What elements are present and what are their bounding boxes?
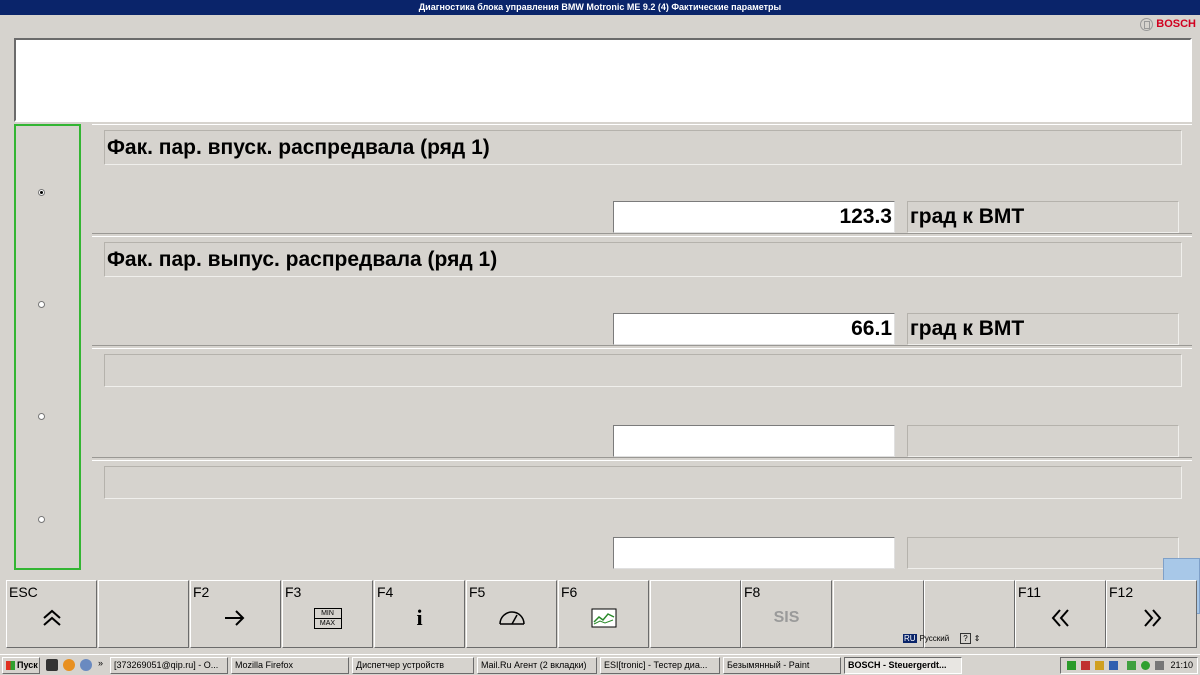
parameter-value: 123.3 xyxy=(613,201,895,233)
window-title-bar: Диагностика блока управления BMW Motroni… xyxy=(0,0,1200,15)
parameter-list: Фак. пар. впуск. распредвала (ряд 1) 123… xyxy=(92,124,1192,572)
parameter-block xyxy=(92,460,1192,570)
taskbar: Пуск » [373269051@qip.ru] - O... Mozilla… xyxy=(0,654,1200,675)
fkey-label: F2 xyxy=(193,584,210,600)
brand-strip: BOSCH xyxy=(0,15,1200,33)
parameter-value xyxy=(613,425,895,457)
tray-app-icon[interactable] xyxy=(1081,661,1090,670)
f6-button[interactable]: F6 xyxy=(558,580,649,648)
start-button[interactable]: Пуск xyxy=(2,657,40,674)
double-chevron-left-icon xyxy=(1016,603,1105,633)
enter-arrow-icon xyxy=(191,603,280,633)
f8-button[interactable]: F8 SIS xyxy=(741,580,832,648)
f2-button[interactable]: F2 xyxy=(190,580,281,648)
fkey-label: F8 xyxy=(744,584,761,600)
taskbar-item[interactable]: Безымянный - Paint xyxy=(723,657,841,674)
row-radio-4[interactable] xyxy=(38,516,45,523)
taskbar-item[interactable]: Mozilla Firefox xyxy=(231,657,349,674)
language-name: Русский xyxy=(919,634,950,643)
fkey-label: F6 xyxy=(561,584,578,600)
f4-button[interactable]: F4 i xyxy=(374,580,465,648)
row-selector[interactable] xyxy=(14,124,81,570)
parameter-block: Фак. пар. впуск. распредвала (ряд 1) 123… xyxy=(92,124,1192,234)
min-max-icon: MIN MAX xyxy=(283,603,372,633)
desktop-icon[interactable] xyxy=(46,659,58,671)
tray-status-icon[interactable] xyxy=(1141,661,1150,670)
tray-network-icon[interactable] xyxy=(1067,661,1076,670)
fkey-blank-button[interactable] xyxy=(650,580,741,648)
sis-label: SIS xyxy=(773,609,800,626)
help-icon[interactable]: ? xyxy=(960,633,971,644)
esc-button[interactable]: ESC xyxy=(6,580,97,648)
taskbar-item[interactable]: ESI[tronic] - Тестер диа... xyxy=(600,657,720,674)
parameter-label xyxy=(104,354,1182,387)
fkey-label: ESC xyxy=(9,584,38,600)
language-indicator[interactable]: RU Русский ? ⇕ xyxy=(903,633,980,644)
f3-button[interactable]: F3 MIN MAX xyxy=(282,580,373,648)
parameter-unit xyxy=(907,537,1179,569)
bosch-armature-icon xyxy=(1140,17,1154,31)
tray-user-icon[interactable] xyxy=(1127,661,1136,670)
double-chevron-up-icon xyxy=(7,603,96,633)
double-chevron-right-icon xyxy=(1107,603,1196,633)
parameter-block: Фак. пар. выпус. распредвала (ряд 1) 66.… xyxy=(92,236,1192,346)
fkey-label: F5 xyxy=(469,584,486,600)
taskbar-item-active[interactable]: BOSCH - Steuergerdt... xyxy=(844,657,962,674)
info-icon: i xyxy=(416,605,423,630)
taskbar-item[interactable]: [373269051@qip.ru] - O... xyxy=(110,657,228,674)
parameter-unit: град к ВМТ xyxy=(907,201,1179,233)
tray-mail-icon[interactable] xyxy=(1095,661,1104,670)
overflow-icon[interactable]: » xyxy=(98,658,103,668)
f11-button[interactable]: F11 xyxy=(1015,580,1106,648)
row-radio-3[interactable] xyxy=(38,413,45,420)
fkey-label: F12 xyxy=(1109,584,1134,600)
gauge-icon xyxy=(467,603,556,633)
parameter-label xyxy=(104,466,1182,499)
options-icon[interactable]: ⇕ xyxy=(974,634,981,643)
bosch-logo-text: BOSCH xyxy=(1156,18,1196,30)
tray-monitor-icon[interactable] xyxy=(1109,661,1118,670)
row-radio-1[interactable] xyxy=(38,189,45,196)
parameter-unit: град к ВМТ xyxy=(907,313,1179,345)
message-panel xyxy=(14,38,1192,122)
firefox-icon[interactable] xyxy=(63,659,75,671)
fkey-label: F4 xyxy=(377,584,394,600)
parameter-block xyxy=(92,348,1192,458)
app-icon[interactable] xyxy=(80,659,92,671)
min-label: MIN xyxy=(314,609,341,619)
tray-volume-icon[interactable] xyxy=(1155,661,1164,670)
parameter-value: 66.1 xyxy=(613,313,895,345)
taskbar-item[interactable]: Диспетчер устройств xyxy=(352,657,474,674)
chart-icon xyxy=(559,603,648,633)
parameter-label: Фак. пар. выпус. распредвала (ряд 1) xyxy=(104,242,1182,277)
fkey-label: F11 xyxy=(1018,584,1042,600)
max-label: MAX xyxy=(319,619,336,627)
f5-button[interactable]: F5 xyxy=(466,580,557,648)
bosch-logo: BOSCH xyxy=(1140,16,1196,32)
parameter-label: Фак. пар. впуск. распредвала (ряд 1) xyxy=(104,130,1182,165)
parameter-value xyxy=(613,537,895,569)
fkey-blank-button[interactable] xyxy=(98,580,189,648)
parameter-unit xyxy=(907,425,1179,457)
fkey-label: F3 xyxy=(285,584,302,600)
taskbar-item[interactable]: Mail.Ru Агент (2 вкладки) xyxy=(477,657,597,674)
system-tray: 21:10 xyxy=(1060,657,1198,674)
function-key-bar: ESC F2 F3 MIN MAX F4 i F5 F6 F8 SIS F11 … xyxy=(6,580,1200,648)
language-code: RU xyxy=(903,634,917,643)
clock: 21:10 xyxy=(1170,660,1193,670)
f12-button[interactable]: F12 xyxy=(1106,580,1197,648)
row-radio-2[interactable] xyxy=(38,301,45,308)
